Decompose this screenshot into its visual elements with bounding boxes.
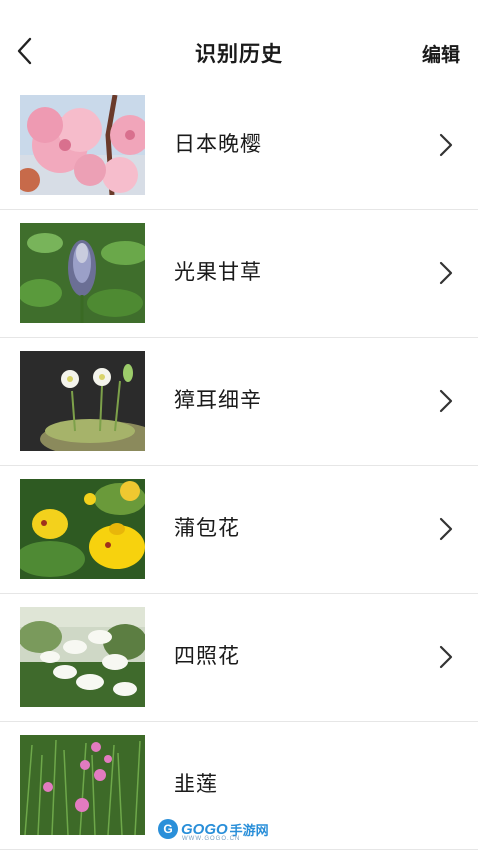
calceolaria-photo [20, 479, 145, 579]
site-watermark: G GOGO 手游网 WWW.GOGO.CN [158, 816, 269, 842]
plant-name: 日本晚樱 [174, 132, 262, 156]
gogo-logo-icon: G [158, 819, 178, 839]
plant-name: 韭莲 [174, 772, 218, 796]
page-title: 识别历史 [195, 42, 283, 66]
edit-button[interactable]: 编辑 [422, 40, 460, 67]
nav-header: 识别历史 编辑 [0, 0, 478, 83]
rain-lily-photo [20, 735, 145, 835]
list-item[interactable]: 獐耳细辛 [0, 338, 478, 466]
chevron-right-icon [439, 261, 453, 285]
chevron-right-icon [439, 133, 453, 157]
plant-name: 光果甘草 [174, 260, 262, 284]
watermark-brand: GOGO [181, 820, 228, 838]
list-item[interactable]: 光果甘草 [0, 210, 478, 338]
plant-name: 蒲包花 [174, 516, 240, 540]
licorice-photo [20, 223, 145, 323]
plant-name: 四照花 [174, 644, 240, 668]
back-arrow-icon[interactable] [14, 37, 38, 65]
history-list: 日本晚樱 光果甘草 獐耳细辛 蒲包花 四照花 韭莲 [0, 82, 478, 850]
chevron-right-icon [439, 389, 453, 413]
cherry-blossom-photo [20, 95, 145, 195]
watermark-url: WWW.GOGO.CN [182, 836, 241, 842]
dogwood-photo [20, 607, 145, 707]
hepatica-photo [20, 351, 145, 451]
list-item[interactable]: 四照花 [0, 594, 478, 722]
list-item[interactable]: 蒲包花 [0, 466, 478, 594]
chevron-right-icon [439, 645, 453, 669]
list-item[interactable]: 日本晚樱 [0, 82, 478, 210]
plant-name: 獐耳细辛 [174, 388, 262, 412]
chevron-right-icon [439, 517, 453, 541]
